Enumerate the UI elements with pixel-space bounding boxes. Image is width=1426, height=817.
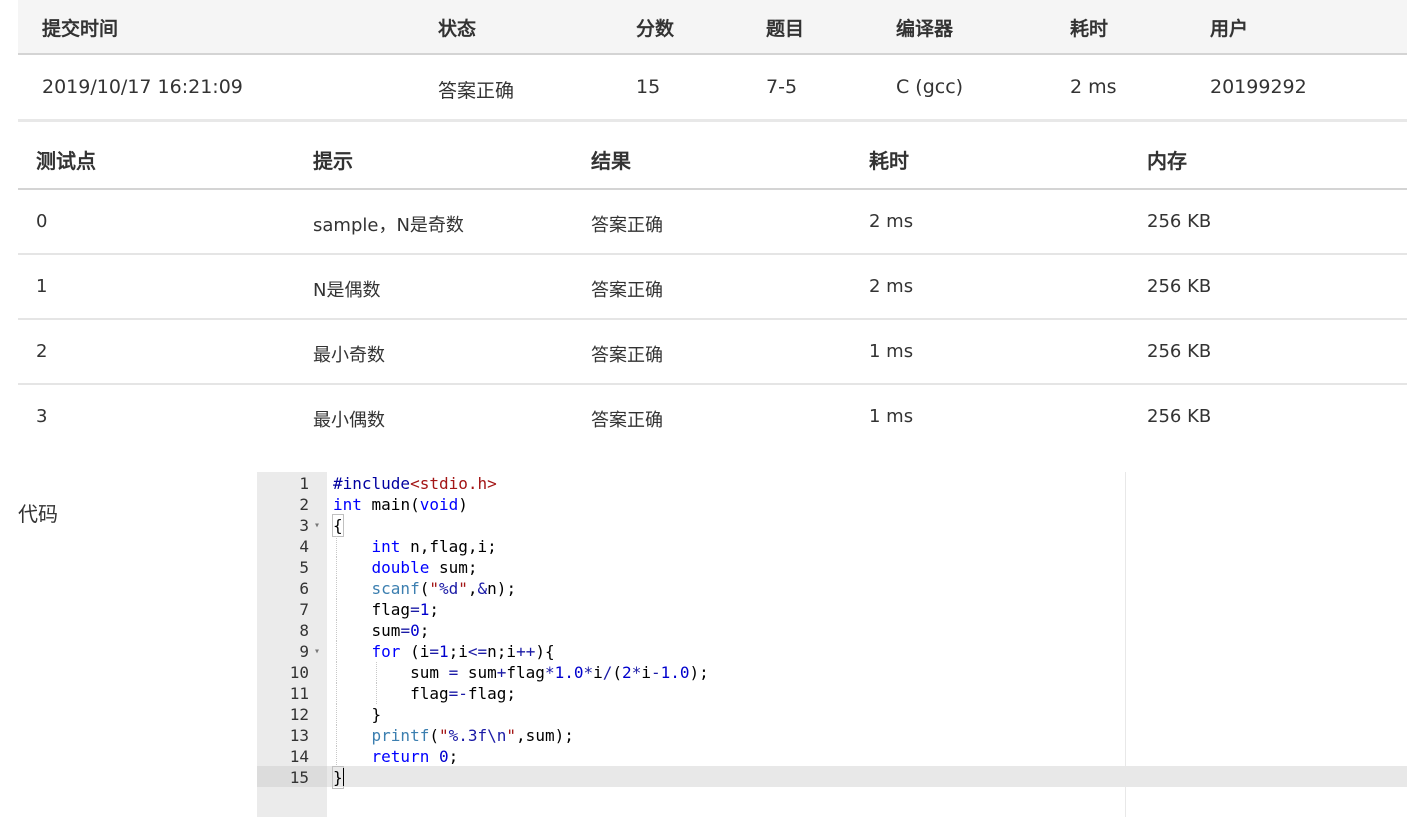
test-id: 1 bbox=[36, 276, 48, 297]
code-line: 5 double sum; bbox=[257, 557, 1407, 578]
test-hint: sample，N是奇数 bbox=[313, 215, 464, 236]
test-memory: 256 KB bbox=[1147, 211, 1212, 232]
header-score: 分数 bbox=[636, 18, 675, 40]
header-time: 耗时 bbox=[869, 149, 909, 173]
code-text: flag=1; bbox=[333, 600, 439, 619]
code-editor[interactable]: 1 #include<stdio.h> 2 int main(void) 3 ▾ {4 in… bbox=[257, 472, 1407, 817]
code-text: for (i=1;i<=n;i++){ bbox=[371, 642, 555, 661]
test-time: 1 ms bbox=[869, 406, 914, 427]
line-number: 12 bbox=[289, 705, 309, 724]
code-line: 7 flag=1; bbox=[257, 599, 1407, 620]
test-result: 答案正确 bbox=[591, 410, 663, 431]
header-submit-time: 提交时间 bbox=[42, 18, 119, 40]
line-number: 8 bbox=[299, 621, 309, 640]
code-text: } bbox=[332, 766, 344, 789]
code-text: int main(void) bbox=[333, 495, 468, 514]
code-line: 13 printf("%.3f\n",sum); bbox=[257, 725, 1407, 746]
fold-arrow-icon[interactable]: ▾ bbox=[314, 515, 320, 536]
code-line: 12 } bbox=[257, 704, 1407, 725]
test-row: 3 最小偶数 答案正确 1 ms 256 KB bbox=[18, 385, 1407, 448]
fold-arrow-icon[interactable]: ▾ bbox=[314, 641, 320, 662]
submission-header-row: 提交时间 状态 分数 题目 编译器 耗时 用户 bbox=[18, 0, 1407, 55]
test-row: 1 N是偶数 答案正确 2 ms 256 KB bbox=[18, 255, 1407, 320]
submit-time: 2019/10/17 16:21:09 bbox=[42, 76, 243, 98]
tests-header-row: 测试点 提示 结果 耗时 内存 bbox=[18, 122, 1407, 190]
code-text: flag=-flag; bbox=[333, 684, 517, 703]
submission-user: 20199292 bbox=[1210, 76, 1307, 98]
code-line: 8 sum=0; bbox=[257, 620, 1407, 641]
header-problem: 题目 bbox=[766, 18, 805, 40]
code-line: 6 scanf("%d",&n); bbox=[257, 578, 1407, 599]
code-line: 15} bbox=[257, 766, 1407, 789]
test-time: 2 ms bbox=[869, 211, 914, 232]
code-line: 1 #include<stdio.h> bbox=[257, 473, 1407, 494]
line-number: 11 bbox=[289, 684, 309, 703]
test-hint: N是偶数 bbox=[313, 280, 381, 301]
header-hint: 提示 bbox=[313, 149, 353, 173]
test-result: 答案正确 bbox=[591, 215, 663, 236]
test-id: 0 bbox=[36, 211, 48, 232]
line-number: 1 bbox=[299, 474, 309, 493]
submission-row: 2019/10/17 16:21:09 答案正确 15 7-5 C (gcc) … bbox=[18, 55, 1407, 122]
line-number: 7 bbox=[299, 600, 309, 619]
code-text: int n,flag,i; bbox=[371, 537, 497, 556]
text-cursor bbox=[343, 768, 344, 786]
header-elapsed: 耗时 bbox=[1070, 18, 1109, 40]
code-text: #include<stdio.h> bbox=[333, 474, 497, 493]
code-text: sum = sum+flag*1.0*i/(2*i-1.0); bbox=[333, 663, 709, 682]
code-text: scanf("%d",&n); bbox=[371, 579, 517, 598]
problem-link[interactable]: 7-5 bbox=[766, 76, 797, 98]
test-row: 2 最小奇数 答案正确 1 ms 256 KB bbox=[18, 320, 1407, 385]
code-line: 14 return 0; bbox=[257, 746, 1407, 767]
header-status: 状态 bbox=[438, 18, 477, 40]
header-compiler: 编译器 bbox=[896, 18, 954, 40]
code-text: { bbox=[332, 514, 344, 537]
line-number: 14 bbox=[289, 747, 309, 766]
test-time: 1 ms bbox=[869, 341, 914, 362]
code-line: 3 ▾ { bbox=[257, 514, 1407, 537]
test-hint: 最小奇数 bbox=[313, 345, 385, 366]
test-memory: 256 KB bbox=[1147, 406, 1212, 427]
test-time: 2 ms bbox=[869, 276, 914, 297]
header-memory: 内存 bbox=[1147, 149, 1187, 173]
code-text: sum=0; bbox=[333, 621, 430, 640]
line-number: 15 bbox=[289, 768, 309, 787]
line-number: 10 bbox=[289, 663, 309, 682]
code-text: double sum; bbox=[371, 558, 478, 577]
line-number: 13 bbox=[289, 726, 309, 745]
code-text: return 0; bbox=[371, 747, 459, 766]
code-text: printf("%.3f\n",sum); bbox=[371, 726, 574, 745]
code-text: } bbox=[333, 705, 382, 724]
test-memory: 256 KB bbox=[1147, 276, 1212, 297]
line-number: 5 bbox=[299, 558, 309, 577]
code-line: 10 sum = sum+flag*1.0*i/(2*i-1.0); bbox=[257, 662, 1407, 683]
line-number: 9 bbox=[299, 642, 309, 661]
line-number: 6 bbox=[299, 579, 309, 598]
header-test-id: 测试点 bbox=[36, 149, 96, 173]
submission-score: 15 bbox=[636, 76, 661, 98]
submission-compiler: C (gcc) bbox=[896, 76, 964, 98]
test-row: 0 sample，N是奇数 答案正确 2 ms 256 KB bbox=[18, 190, 1407, 255]
test-result: 答案正确 bbox=[591, 345, 663, 366]
submission-elapsed: 2 ms bbox=[1070, 76, 1117, 98]
code-line: 11 flag=-flag; bbox=[257, 683, 1407, 704]
code-line: 4 int n,flag,i; bbox=[257, 536, 1407, 557]
code-line: 9 ▾ for (i=1;i<=n;i++){ bbox=[257, 641, 1407, 662]
test-hint: 最小偶数 bbox=[313, 410, 385, 431]
test-id: 2 bbox=[36, 341, 48, 362]
test-id: 3 bbox=[36, 406, 48, 427]
header-result: 结果 bbox=[591, 149, 631, 173]
code-line: 2 int main(void) bbox=[257, 494, 1407, 515]
test-result: 答案正确 bbox=[591, 280, 663, 301]
line-number: 4 bbox=[299, 537, 309, 556]
test-memory: 256 KB bbox=[1147, 341, 1212, 362]
submission-status: 答案正确 bbox=[438, 80, 515, 102]
header-user: 用户 bbox=[1210, 18, 1249, 40]
code-label: 代码 bbox=[18, 502, 58, 526]
line-number: 3 bbox=[299, 516, 309, 535]
line-number: 2 bbox=[299, 495, 309, 514]
